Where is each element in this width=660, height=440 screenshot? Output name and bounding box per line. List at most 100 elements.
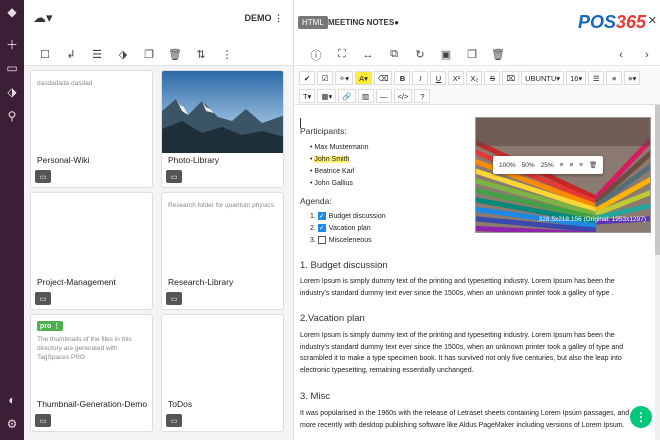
location-name[interactable]: DEMO ⋮ [244, 13, 283, 24]
delete-icon[interactable]: 🗑 [485, 48, 511, 61]
eraser-icon[interactable]: ⌫ [373, 71, 393, 85]
bold-icon[interactable]: B [394, 71, 411, 85]
agenda-checkbox[interactable]: ✓ [317, 212, 326, 220]
open-external-icon[interactable]: ⧉ [381, 48, 407, 61]
font-family-select[interactable]: UBUNTU ▾ [521, 71, 565, 85]
editor-scrollbar[interactable] [655, 105, 660, 440]
editor-toolbar: ⓘ ⛶ ↔ ⧉ ↻ ▣ ❐ 🗑 ‹ › [295, 44, 660, 66]
folder-card[interactable]: pro ⋮ The thumbnails of the files in thi… [30, 314, 153, 432]
horizontal-rule-icon[interactable]: — [375, 89, 392, 103]
section-heading: 1. Budget discussion [300, 260, 388, 271]
agenda-checkbox[interactable]: ✓ [317, 224, 326, 232]
align-center-icon[interactable]: ≡ [569, 162, 573, 169]
copy-icon[interactable]: ❐ [459, 48, 485, 61]
subscript-icon[interactable]: X₂ [466, 71, 483, 85]
brand-logo: POS365 [577, 12, 646, 32]
folder-icon[interactable]: ▭ [35, 414, 51, 427]
sort-icon[interactable]: ⇅ [188, 48, 214, 61]
folder-title: ToDos [168, 399, 193, 409]
more-icon[interactable]: ⋮ [214, 48, 240, 61]
plus-icon[interactable]: ＋ [0, 32, 24, 56]
list-view-icon[interactable]: ☰ [84, 48, 110, 61]
folder-card[interactable]: dasdadada dasdad Personal-Wiki ▭ [30, 70, 153, 188]
link-icon[interactable]: 🔗 [338, 89, 356, 103]
participant-item: • Beatrice Karl [310, 168, 355, 175]
contrast-icon[interactable]: ◐ [0, 388, 24, 412]
size-100-button[interactable]: 100% [499, 162, 516, 169]
code-view-icon[interactable]: </> [393, 89, 413, 103]
size-25-button[interactable]: 25% [541, 162, 554, 169]
folder-description: The thumbnails of the files in this dire… [37, 336, 132, 361]
checkbox-icon[interactable]: ☑ [317, 71, 333, 85]
image-dimensions: 328.5x218.156 (Original: 1953x1297) [538, 216, 646, 223]
logo-icon[interactable]: ◆ [0, 0, 24, 24]
align-icon[interactable]: ≡▾ [624, 71, 641, 85]
underline-icon[interactable]: U [430, 71, 447, 85]
check-icon[interactable]: ✔ [299, 71, 315, 85]
highlight-color-icon[interactable]: A▾ [355, 71, 372, 85]
numbered-list-icon[interactable]: ≡ [606, 71, 623, 85]
align-right-icon[interactable]: ≡ [579, 162, 583, 169]
expand-width-icon[interactable]: ↔ [355, 49, 381, 61]
section-heading: 2.Vacation plan [300, 313, 365, 324]
file-list-pane: ☁▾ DEMO ⋮ ☐ ↲ ☰ ⬗ ❐ 🗑 ⇅ ⋮ dasdadada dasd… [24, 0, 294, 440]
clear-format-icon[interactable]: ⌧ [502, 71, 520, 85]
text-style-icon[interactable]: T▾ [299, 89, 316, 103]
fullscreen-icon[interactable]: ⛶ [329, 48, 355, 61]
delete-image-icon[interactable]: 🗑 [589, 161, 597, 169]
folder-icon[interactable]: ▭ [166, 414, 182, 427]
table-icon[interactable]: ▦▾ [317, 89, 337, 103]
editor-header: HTML MEETING NOTES● POS365 ✕ [295, 0, 660, 44]
folder-icon[interactable]: ▭ [35, 292, 51, 305]
close-icon[interactable]: ✕ [648, 14, 657, 27]
agenda-checkbox[interactable] [317, 236, 326, 244]
magic-icon[interactable]: ✧▾ [335, 71, 354, 85]
reload-icon[interactable]: ↻ [407, 48, 433, 61]
section-text: It was popularised in the 1960s with the… [300, 410, 630, 429]
settings-icon[interactable]: ⚙ [0, 412, 24, 436]
tag-files-icon[interactable]: ⬗ [110, 48, 136, 61]
folder-title: Project-Management [37, 277, 116, 287]
strikethrough-icon[interactable]: S [484, 71, 501, 85]
more-options-fab[interactable]: ⋮ [630, 406, 652, 428]
folder-icon[interactable]: ▭ [35, 170, 51, 183]
participant-item: • Max Mustermann [310, 144, 369, 151]
size-50-button[interactable]: 50% [522, 162, 535, 169]
folder-icon[interactable]: ▭ [0, 56, 24, 80]
copy-icon[interactable]: ❐ [136, 48, 162, 61]
search-icon[interactable]: ⚲ [0, 104, 24, 128]
parent-folder-icon[interactable]: ↲ [58, 48, 84, 61]
agenda-item: 1. ✓ Budget discussion [310, 212, 386, 220]
tag-icon[interactable]: ⬗ [0, 80, 24, 104]
file-type-badge: HTML [298, 16, 328, 29]
folder-title: Research-Library [168, 277, 234, 287]
format-row-1: ✔ ☑ ✧▾ A▾ ⌫ B I U X² X₂ S ⌧ UBUNTU ▾ 16 ▾ … [299, 70, 642, 86]
help-icon[interactable]: ? [414, 89, 431, 103]
folder-description: dasdadada dasdad [37, 80, 93, 87]
previous-icon[interactable]: ‹ [608, 49, 634, 61]
save-icon[interactable]: ▣ [433, 48, 459, 61]
format-row-2: T▾ ▦▾ 🔗 ▨ — </> ? [299, 88, 432, 104]
font-size-select[interactable]: 16 ▾ [566, 71, 587, 85]
image-icon[interactable]: ▨ [357, 89, 374, 103]
scrollbar-thumb[interactable] [655, 105, 660, 255]
agenda-item: 3. Misceleneous [310, 236, 372, 244]
superscript-icon[interactable]: X² [448, 71, 465, 85]
bullet-list-icon[interactable]: ☰ [588, 71, 605, 85]
info-icon[interactable]: ⓘ [303, 47, 329, 63]
folder-card[interactable]: Research folder for quantum physics Rese… [161, 192, 284, 310]
select-all-icon[interactable]: ☐ [32, 48, 58, 61]
align-left-icon[interactable]: ≡ [560, 162, 564, 169]
folder-card[interactable]: Photo-Library ▭ [161, 70, 284, 188]
folder-card[interactable]: Project-Management ▭ [30, 192, 153, 310]
list-toolbar: ☐ ↲ ☰ ⬗ ❐ 🗑 ⇅ ⋮ [24, 44, 293, 66]
folder-card[interactable]: ToDos ▭ [161, 314, 284, 432]
pro-badge: pro ⋮ [37, 321, 64, 331]
folder-icon[interactable]: ▭ [166, 170, 182, 183]
delete-icon[interactable]: 🗑 [162, 48, 188, 61]
cloud-location-icon[interactable]: ☁▾ [33, 10, 53, 26]
italic-icon[interactable]: I [412, 71, 429, 85]
next-icon[interactable]: › [634, 49, 660, 61]
folder-icon[interactable]: ▭ [166, 292, 182, 305]
agenda-label: Agenda: [300, 196, 332, 206]
